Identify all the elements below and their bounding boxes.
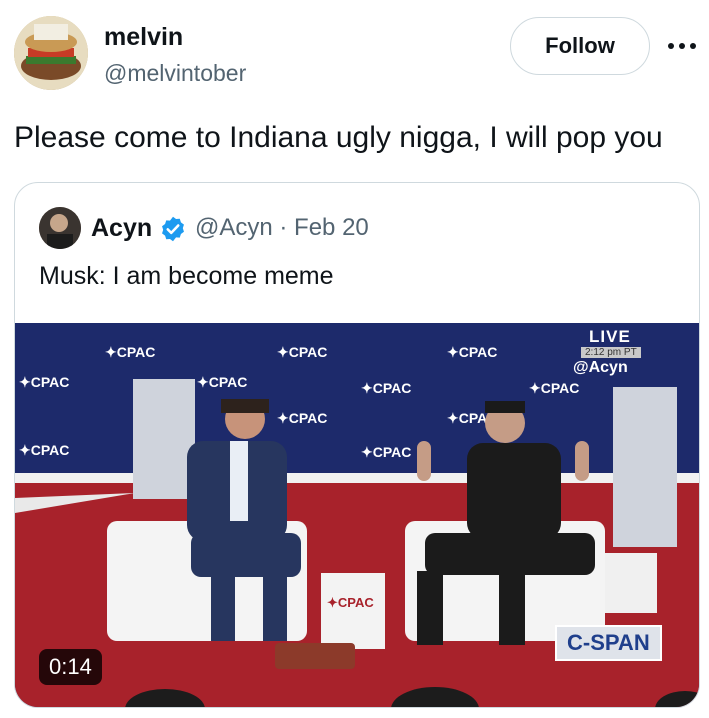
svg-text:✦CPAC: ✦CPAC: [361, 380, 411, 396]
quoted-author-handle-date[interactable]: @Acyn · Feb 20: [195, 211, 369, 245]
cspan-logo: C-SPAN: [555, 625, 662, 661]
quoted-author-avatar[interactable]: [39, 207, 81, 249]
more-options-button[interactable]: [664, 28, 700, 64]
video-watermark: @Acyn: [573, 359, 628, 376]
svg-text:✦CPAC: ✦CPAC: [197, 374, 247, 390]
follow-button[interactable]: Follow: [510, 17, 650, 75]
live-time: 2:12 pm PT: [581, 347, 641, 358]
quoted-tweet-date[interactable]: · Feb 20: [279, 214, 368, 241]
video-duration: 0:14: [39, 649, 102, 685]
verified-badge-icon: [162, 216, 184, 242]
svg-text:✦CPAC: ✦CPAC: [327, 595, 374, 610]
svg-text:✦CPAC: ✦CPAC: [277, 410, 327, 426]
quoted-author-handle[interactable]: @Acyn: [195, 214, 273, 241]
quoted-author-name[interactable]: Acyn: [91, 211, 152, 245]
author-avatar[interactable]: [14, 16, 88, 90]
svg-text:✦CPAC: ✦CPAC: [361, 444, 411, 460]
svg-text:✦CPAC: ✦CPAC: [19, 442, 69, 458]
video-player[interactable]: ✦CPAC ✦CPAC ✦CPAC ✦CPAC ✦CPAC ✦CPAC ✦CPA…: [15, 323, 699, 707]
svg-text:✦CPAC: ✦CPAC: [277, 344, 327, 360]
quoted-tweet-card[interactable]: Acyn @Acyn · Feb 20 Musk: I am become me…: [14, 182, 700, 708]
avatar-image: [14, 16, 88, 90]
more-horizontal-icon: [668, 43, 696, 49]
svg-text:✦CPAC: ✦CPAC: [529, 380, 579, 396]
live-badge: LIVE: [589, 327, 631, 346]
svg-text:✦CPAC: ✦CPAC: [105, 344, 155, 360]
svg-text:✦CPAC: ✦CPAC: [19, 374, 69, 390]
tweet-text: Please come to Indiana ugly nigga, I wil…: [14, 121, 663, 154]
svg-text:✦CPAC: ✦CPAC: [447, 344, 497, 360]
quoted-tweet-text: Musk: I am become meme: [39, 262, 334, 290]
author-display-name[interactable]: melvin: [104, 22, 183, 52]
author-handle[interactable]: @melvintober: [104, 58, 246, 88]
avatar-image: [39, 207, 81, 249]
